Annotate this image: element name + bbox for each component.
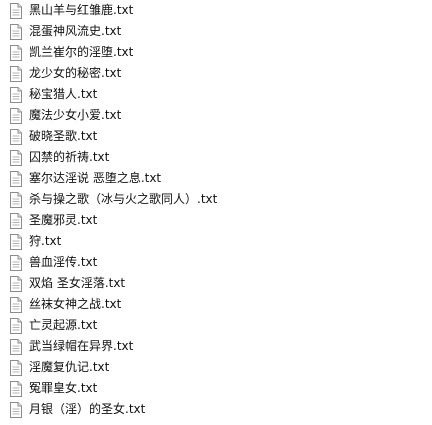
file-list-item[interactable]: 混蛋神风流史.txt xyxy=(10,21,432,42)
text-file-icon xyxy=(10,233,22,250)
file-name-label: 月银（淫）的圣女.txt xyxy=(29,402,146,416)
file-list-item[interactable]: 杀与操之歌（冰与火之歌同人）.txt xyxy=(10,189,432,210)
file-name-label: 秘宝猎人.txt xyxy=(29,87,98,101)
text-file-icon xyxy=(10,296,22,313)
file-list-item[interactable]: 兽血淫传.txt xyxy=(10,252,432,273)
file-name-label: 亡灵起源.txt xyxy=(29,318,98,332)
file-name-label: 圣魔邪灵.txt xyxy=(29,213,98,227)
file-list: 黑山羊与红雏鹿.txt 混蛋神风流史.txt 凯兰崔尔的淫堕.txt 龙少女的秘密.t… xyxy=(0,0,432,425)
file-name-label: 塞尔达淫说 恶堕之息.txt xyxy=(29,171,162,185)
file-list-item[interactable]: 丝袜女神之战.txt xyxy=(10,294,432,315)
file-name-label: 魔法少女小爱.txt xyxy=(29,108,122,122)
text-file-icon xyxy=(10,275,22,292)
file-name-label: 丝袜女神之战.txt xyxy=(29,297,122,311)
file-name-label: 狩.txt xyxy=(29,234,62,248)
file-name-label: 冤罪皇女.txt xyxy=(29,381,98,395)
file-name-label: 混蛋神风流史.txt xyxy=(29,24,122,38)
file-name-label: 杀与操之歌（冰与火之歌同人）.txt xyxy=(29,192,218,206)
file-name-label: 黑山羊与红雏鹿.txt xyxy=(29,3,134,17)
file-name-label: 囚禁的祈祷.txt xyxy=(29,150,110,164)
file-list-item[interactable]: 月银（淫）的圣女.txt xyxy=(10,399,432,420)
file-list-item[interactable]: 龙少女的秘密.txt xyxy=(10,63,432,84)
text-file-icon xyxy=(10,170,22,187)
file-list-item[interactable]: 武当绿帽在异界.txt xyxy=(10,336,432,357)
file-name-label: 破晓圣歌.txt xyxy=(29,129,98,143)
file-name-label: 龙少女的秘密.txt xyxy=(29,66,122,80)
text-file-icon xyxy=(10,254,22,271)
file-list-item[interactable]: 凯兰崔尔的淫堕.txt xyxy=(10,42,432,63)
file-list-item[interactable]: 冤罪皇女.txt xyxy=(10,378,432,399)
text-file-icon xyxy=(10,86,22,103)
text-file-icon xyxy=(10,44,22,61)
file-list-item[interactable]: 黑山羊与红雏鹿.txt xyxy=(10,0,432,21)
file-list-item[interactable]: 秘宝猎人.txt xyxy=(10,84,432,105)
file-list-item[interactable]: 圣魔邪灵.txt xyxy=(10,210,432,231)
file-list-item[interactable]: 魔法少女小爱.txt xyxy=(10,105,432,126)
text-file-icon xyxy=(10,128,22,145)
text-file-icon xyxy=(10,212,22,229)
text-file-icon xyxy=(10,401,22,418)
file-name-label: 淫魔复仇记.txt xyxy=(29,360,110,374)
file-list-item[interactable]: 亡灵起源.txt xyxy=(10,315,432,336)
text-file-icon xyxy=(10,65,22,82)
file-name-label: 凯兰崔尔的淫堕.txt xyxy=(29,45,134,59)
text-file-icon xyxy=(10,380,22,397)
text-file-icon xyxy=(10,23,22,40)
text-file-icon xyxy=(10,191,22,208)
file-list-item[interactable]: 狩.txt xyxy=(10,231,432,252)
text-file-icon xyxy=(10,359,22,376)
text-file-icon xyxy=(10,2,22,19)
file-name-label: 武当绿帽在异界.txt xyxy=(29,339,134,353)
text-file-icon xyxy=(10,107,22,124)
file-list-item[interactable]: 囚禁的祈祷.txt xyxy=(10,147,432,168)
file-name-label: 兽血淫传.txt xyxy=(29,255,98,269)
text-file-icon xyxy=(10,149,22,166)
file-list-item[interactable]: 塞尔达淫说 恶堕之息.txt xyxy=(10,168,432,189)
text-file-icon xyxy=(10,317,22,334)
file-list-item[interactable]: 淫魔复仇记.txt xyxy=(10,357,432,378)
file-list-item[interactable]: 破晓圣歌.txt xyxy=(10,126,432,147)
file-list-item[interactable]: 双焰 圣女淫落.txt xyxy=(10,273,432,294)
text-file-icon xyxy=(10,338,22,355)
file-name-label: 双焰 圣女淫落.txt xyxy=(29,276,126,290)
